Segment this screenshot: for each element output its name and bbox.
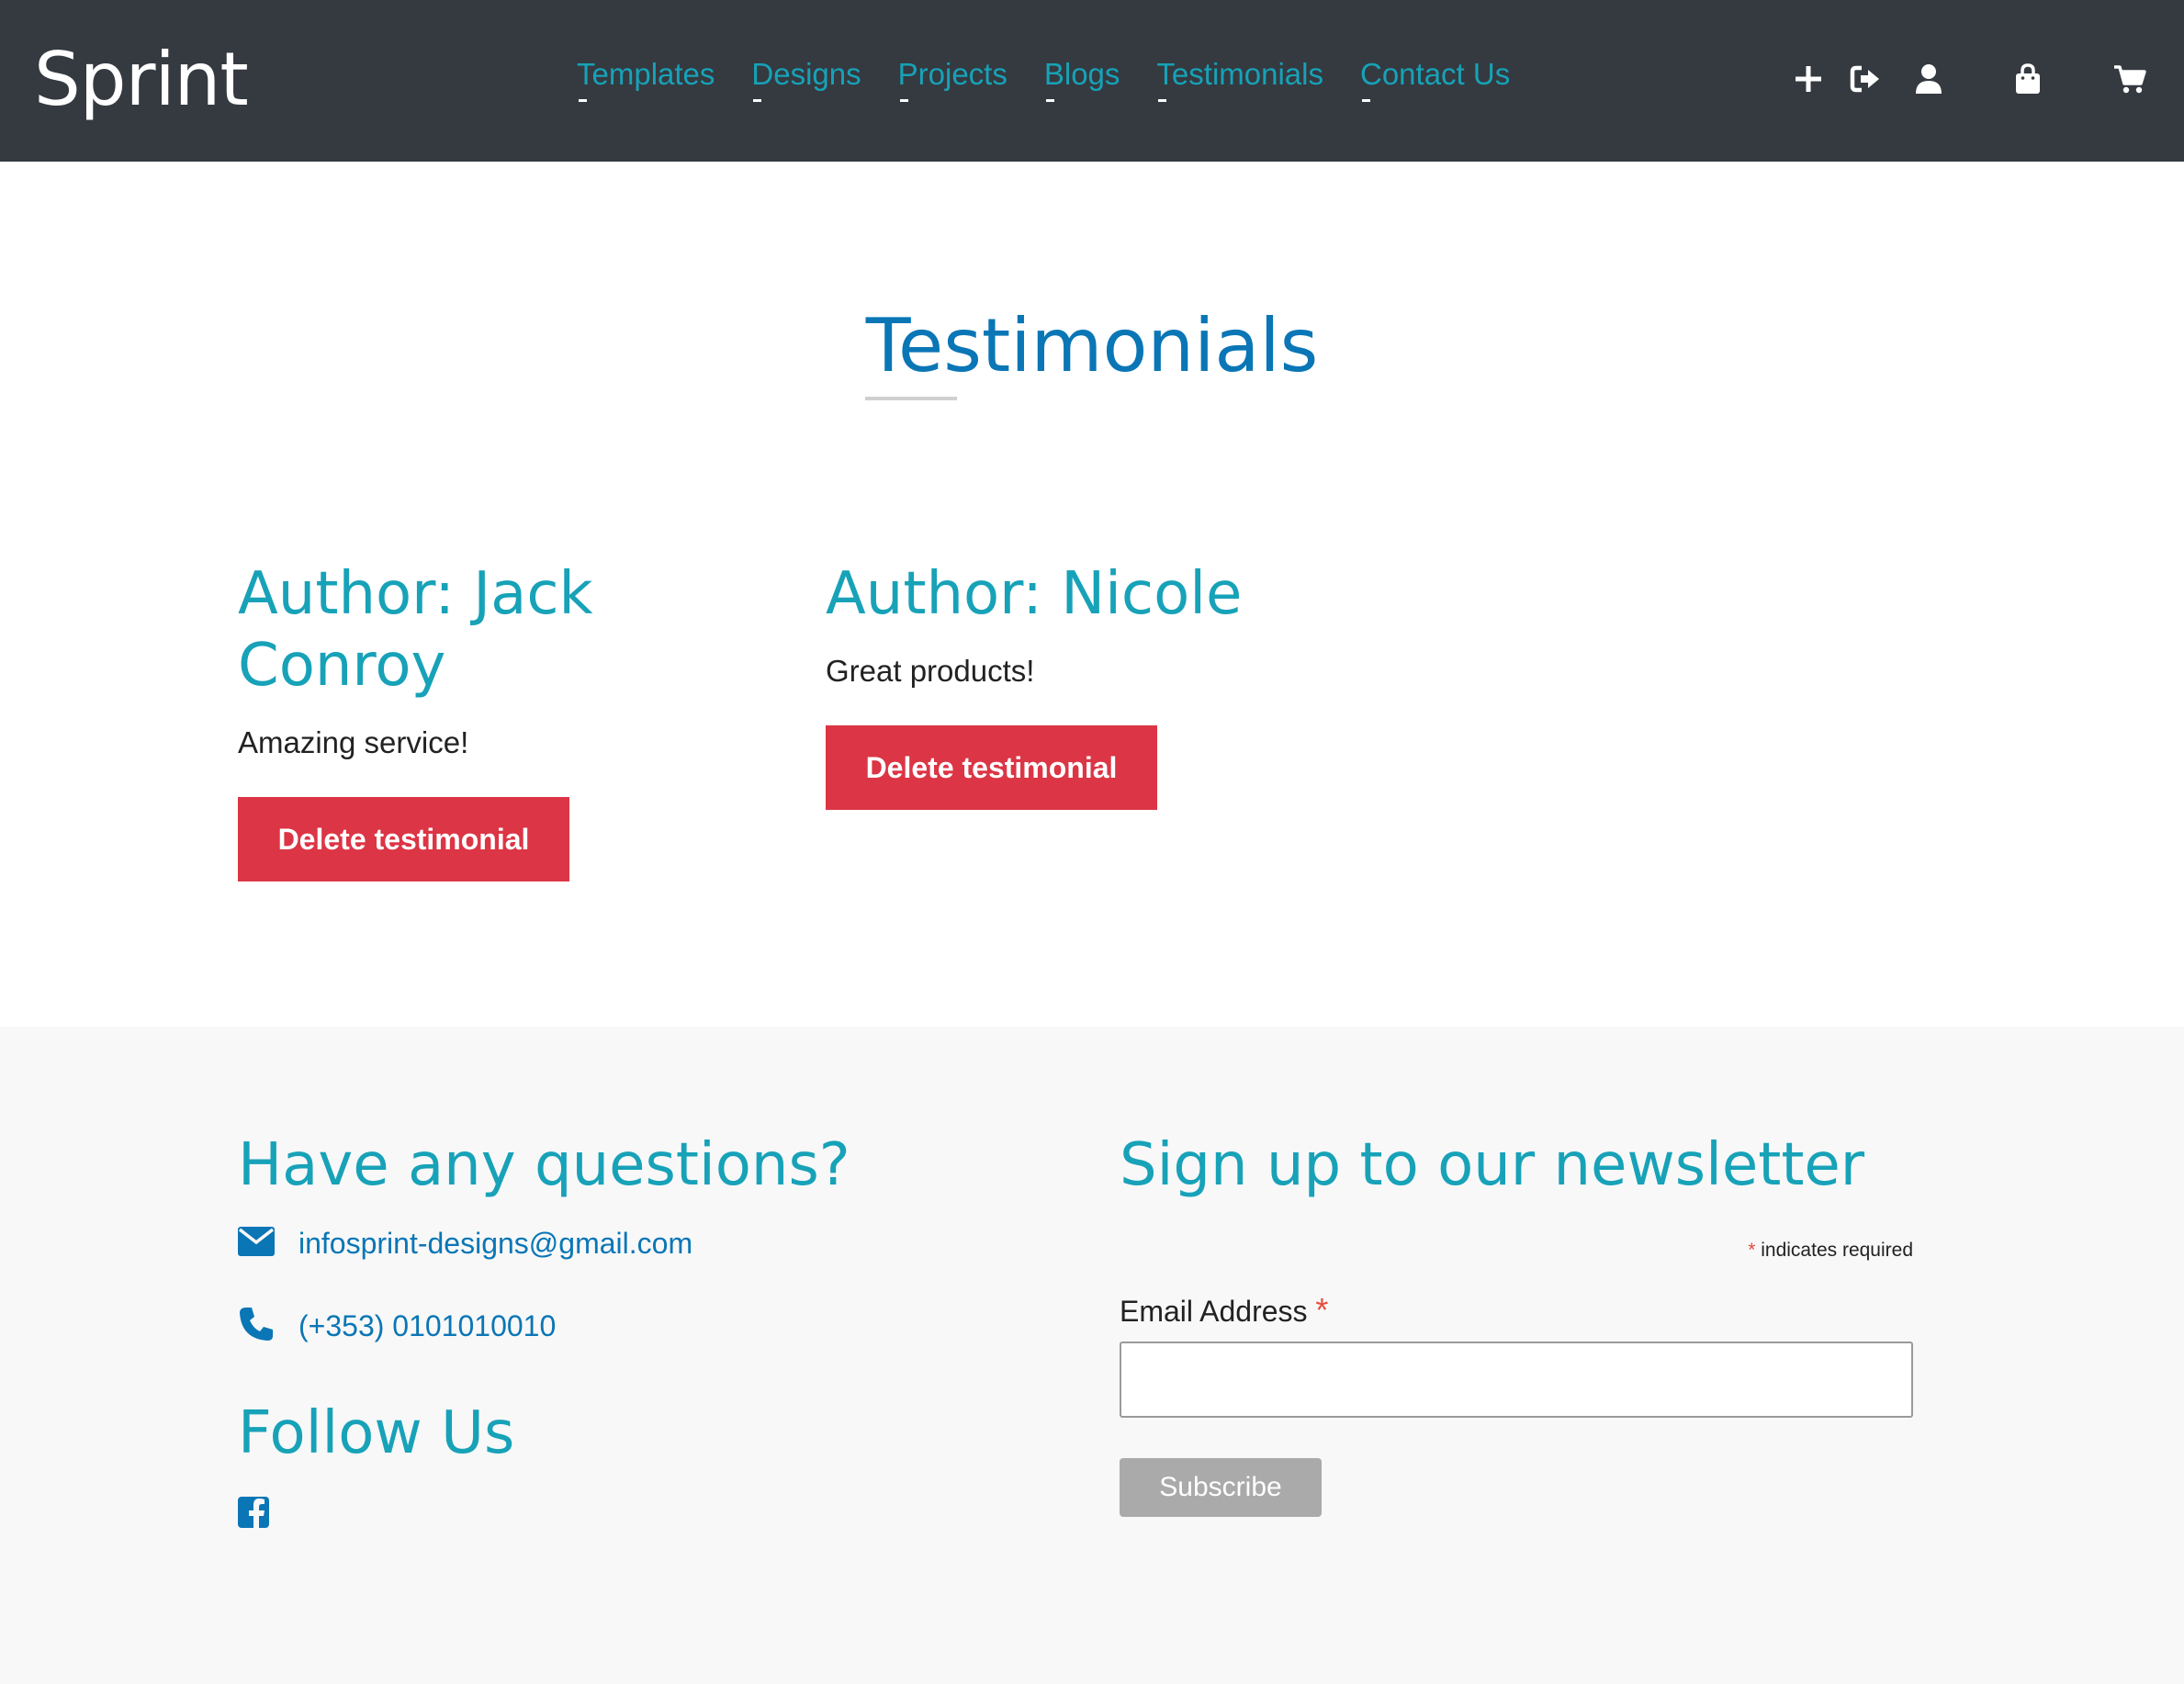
- follow-us-heading: Follow Us: [238, 1399, 515, 1467]
- phone-link[interactable]: (+353) 0101010010: [298, 1309, 556, 1343]
- testimonial-card: Author: Nicole Great products! Delete te…: [826, 558, 1303, 810]
- facebook-icon[interactable]: [238, 1497, 269, 1532]
- title-underline: [865, 397, 957, 400]
- required-star: *: [1315, 1291, 1329, 1329]
- email-label-text: Email Address: [1120, 1295, 1308, 1328]
- nav-links: Templates Designs Projects Blogs Testimo…: [577, 57, 1547, 102]
- nav-link-projects[interactable]: Projects: [898, 57, 1008, 102]
- envelope-icon: [238, 1227, 275, 1261]
- required-star: *: [1748, 1240, 1756, 1261]
- delete-testimonial-button[interactable]: Delete testimonial: [826, 725, 1157, 810]
- sign-out-icon[interactable]: [1849, 62, 1882, 95]
- subscribe-button[interactable]: Subscribe: [1120, 1458, 1322, 1517]
- shopping-bag-icon[interactable]: [2014, 62, 2042, 95]
- nav-link-testimonials[interactable]: Testimonials: [1156, 57, 1323, 102]
- email-field[interactable]: [1120, 1342, 1913, 1418]
- email-label: Email Address *: [1120, 1291, 1328, 1330]
- nav-link-designs[interactable]: Designs: [751, 57, 861, 102]
- contact-phone: (+353) 0101010010: [238, 1306, 556, 1347]
- shopping-cart-icon[interactable]: [2113, 62, 2146, 95]
- plus-icon[interactable]: [1795, 62, 1822, 95]
- testimonial-author: Author: Nicole: [826, 560, 1243, 628]
- required-note-text: indicates required: [1761, 1240, 1913, 1261]
- newsletter-heading: Sign up to our newsletter: [1120, 1131, 1865, 1199]
- nav-link-templates[interactable]: Templates: [577, 57, 715, 102]
- questions-heading: Have any questions?: [238, 1131, 850, 1199]
- testimonial-author: Author: Jack Conroy: [238, 560, 593, 700]
- testimonial-text: Amazing service!: [238, 725, 469, 759]
- testimonial-text: Great products!: [826, 654, 1035, 688]
- page-title: Testimonials: [865, 303, 1319, 388]
- nav-link-blogs[interactable]: Blogs: [1044, 57, 1120, 102]
- email-link[interactable]: infosprint-designs@gmail.com: [298, 1227, 692, 1261]
- navbar: Sprint Templates Designs Projects Blogs …: [0, 0, 2184, 162]
- contact-email: infosprint-designs@gmail.com: [238, 1227, 692, 1261]
- phone-icon: [238, 1306, 275, 1347]
- user-icon[interactable]: [1915, 62, 1942, 95]
- required-note: * indicates required: [1561, 1240, 1913, 1262]
- delete-testimonial-button[interactable]: Delete testimonial: [238, 797, 569, 881]
- brand-logo[interactable]: Sprint: [34, 37, 249, 122]
- testimonial-card: Author: Jack Conroy Amazing service! Del…: [238, 558, 715, 881]
- nav-link-contact-us[interactable]: Contact Us: [1360, 57, 1510, 102]
